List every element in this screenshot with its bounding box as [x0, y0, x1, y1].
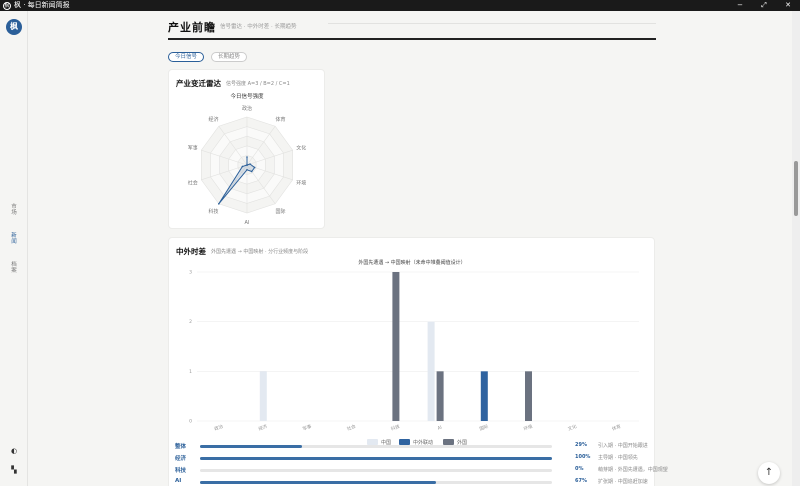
stage-row-label: 整体: [175, 444, 187, 450]
maximize-button[interactable]: ⤢: [752, 0, 776, 11]
y-tick-label: 1: [189, 369, 192, 375]
bar-外国: [436, 371, 444, 421]
stage-progress-track: [200, 469, 552, 472]
stage-row-note: 扩张期 · 中国追赶加速: [598, 479, 648, 485]
stage-row-note: 主导期 · 中国领先: [598, 455, 638, 461]
bar-chart-title: 外国先遭遇 → 中国映射（未命中堆叠阈值设计）: [358, 259, 465, 266]
y-tick-label: 2: [189, 319, 192, 325]
stage-row-note: 萌芽期 · 外国先遭遇，中国观望: [598, 467, 668, 473]
stage-row: 整体 29% 引入期 · 中国开始跟进: [175, 442, 655, 451]
bar-外国: [525, 371, 532, 421]
radar-point: [246, 164, 248, 166]
radar-card-subtitle: 信号强度 A=3 / B=2 / C=1: [226, 81, 290, 87]
x-tick-label: 文化: [567, 423, 578, 433]
scrollbar[interactable]: [792, 11, 800, 486]
sidebar-item-archive[interactable]: 档案: [9, 262, 19, 274]
tab-long-trend[interactable]: 长期趋势: [211, 52, 248, 62]
stage-progress-fill: [200, 457, 552, 460]
radar-point: [249, 163, 251, 165]
radar-axis-label: 环境: [296, 180, 306, 187]
stage-row: 经济 100% 主导期 · 中国领先: [175, 454, 655, 463]
radar-axis-label: 体育: [275, 116, 285, 123]
stage-row-percent: 67%: [575, 478, 587, 484]
radar-axis-label: AI: [245, 220, 250, 226]
stage-row-note: 引入期 · 中国开始跟进: [598, 443, 648, 449]
x-tick-label: 经济: [257, 423, 268, 433]
x-tick-label: AI: [437, 424, 443, 431]
y-tick-label: 3: [189, 270, 192, 276]
window-title: 枫 · 每日新闻简报: [14, 1, 70, 9]
gap-card-subtitle: 外国先遭遇 → 中国映射 · 分行业频度与阶段: [211, 249, 309, 255]
theme-toggle-icon[interactable]: ◐: [10, 447, 18, 455]
app-icon: 枫: [3, 1, 11, 10]
title-divider-light: [328, 23, 656, 24]
stage-row: 科技 0% 萌芽期 · 外国先遭遇，中国观望: [175, 466, 668, 475]
bar-中外联动: [480, 371, 488, 421]
title-bar: 枫 枫 · 每日新闻简报 − ⤢ ✕: [0, 0, 800, 11]
x-tick-label: 政治: [213, 423, 224, 433]
main-content: 产业前瞻 信号雷达 · 中外时差 · 长期趋势 今日信号 长期趋势 产业变迁雷达…: [28, 11, 792, 486]
x-tick-label: 社会: [346, 423, 357, 433]
title-divider: [168, 38, 656, 40]
x-tick-label: 体育: [611, 423, 622, 433]
sidebar: 枫 市场 新闻 档案 ◐ ▚: [0, 11, 28, 486]
stage-row-percent: 29%: [575, 442, 587, 448]
radar-axis-label: 国际: [275, 208, 285, 215]
radar-axis-label: 军事: [188, 144, 198, 151]
x-tick-label: 环境: [523, 423, 534, 433]
bar-外国: [392, 272, 400, 421]
radar-point: [217, 203, 220, 205]
logo[interactable]: 枫: [6, 19, 22, 35]
page-subtitle: 信号雷达 · 中外时差 · 长期趋势: [220, 24, 297, 30]
close-button[interactable]: ✕: [776, 0, 800, 11]
stage-progress-fill: [200, 445, 303, 448]
x-tick-label: 军事: [302, 423, 313, 433]
x-tick-label: 科技: [390, 423, 401, 433]
scroll-top-button[interactable]: ↑: [758, 462, 780, 484]
tab-today-signal[interactable]: 今日信号: [168, 52, 205, 62]
radar-point: [241, 165, 244, 168]
radar-axis-label: 科技: [208, 208, 218, 215]
stage-progress-fill: [200, 481, 436, 484]
stage-row-percent: 100%: [575, 454, 591, 460]
gap-bar-chart: 外国先遭遇 → 中国映射（未命中堆叠阈值设计） 0 1 2 3 政治 经济 军事 社会 科技 AI…: [189, 259, 639, 446]
radar-axis-label: 政治: [242, 105, 252, 112]
stage-row-label: AI: [175, 478, 182, 484]
stage-progress-track: [200, 481, 552, 484]
bar-中国: [259, 371, 267, 421]
stage-progress-track: [200, 445, 552, 448]
stage-row: AI 67% 扩张期 · 中国追赶加速: [175, 478, 655, 486]
radar-card: 产业变迁雷达 信号强度 A=3 / B=2 / C=1 今日信号强度 政治 体育文…: [168, 69, 325, 229]
stage-progress-track: [200, 457, 552, 460]
stage-row-label: 科技: [175, 468, 187, 474]
radar-point: [246, 169, 248, 171]
stage-row-label: 经济: [175, 456, 187, 462]
bar-中国: [427, 321, 435, 421]
radar-chart-title: 今日信号强度: [230, 92, 264, 100]
sidebar-item-news[interactable]: 新闻: [9, 233, 19, 245]
radar-point: [250, 170, 253, 173]
radar-axis-label: 文化: [296, 144, 306, 151]
arrow-up-icon: ↑: [764, 467, 774, 478]
radar-chart: 今日信号强度 政治体育文化环境国际 AI 科技 社会 军事 经济: [188, 92, 306, 226]
sidebar-item-market[interactable]: 市场: [9, 204, 19, 216]
radar-point: [246, 156, 248, 158]
layout-icon[interactable]: ▚: [10, 466, 18, 474]
minimize-button[interactable]: −: [728, 0, 752, 11]
scrollbar-thumb[interactable]: [794, 161, 798, 216]
radar-axis-label: 社会: [188, 180, 198, 187]
radar-axis-label: 经济: [208, 116, 218, 123]
x-tick-label: 国际: [478, 423, 489, 433]
y-tick-label: 0: [189, 419, 192, 425]
radar-point: [253, 166, 256, 169]
page-title: 产业前瞻: [168, 21, 216, 34]
stage-row-percent: 0%: [575, 466, 584, 472]
